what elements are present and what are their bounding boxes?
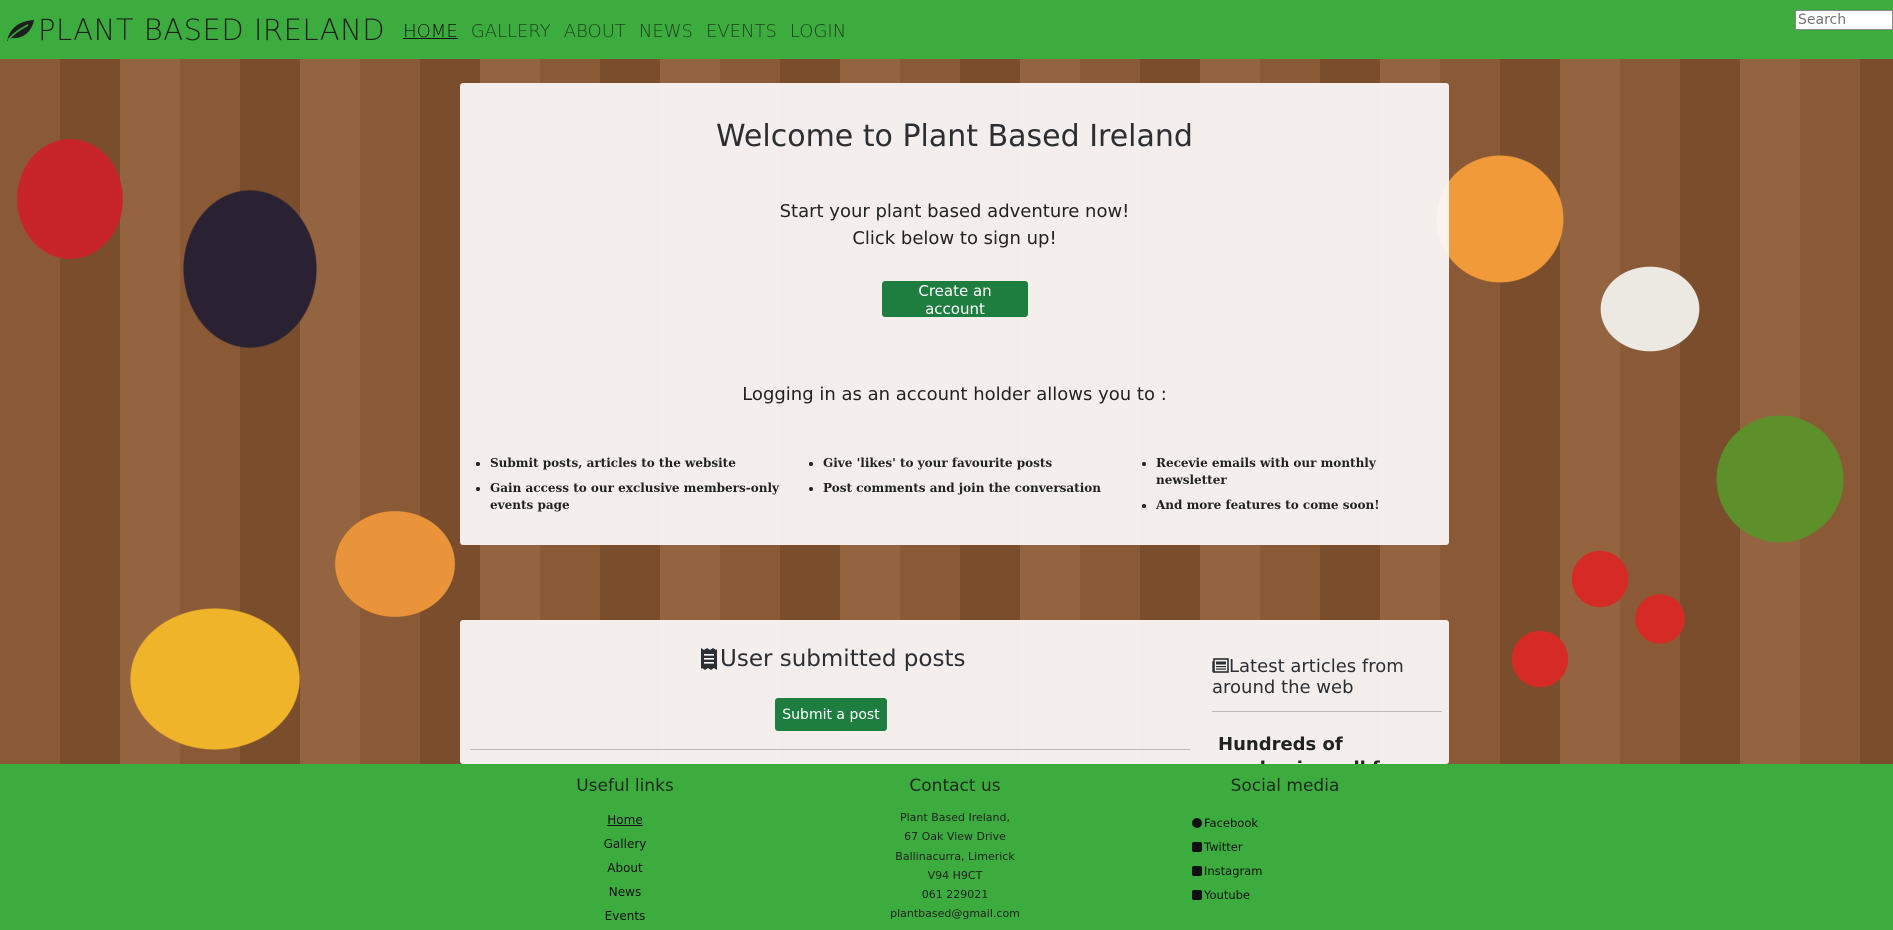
articles-title-text: Latest articles from around the web <box>1212 656 1404 698</box>
contact-line: Plant Based Ireland, <box>899 811 1011 824</box>
feature-item: Give 'likes' to your favourite posts <box>823 455 1116 472</box>
leaf-icon <box>7 19 34 41</box>
create-account-button[interactable]: Create an account <box>882 281 1028 318</box>
contact-heading: Contact us <box>909 776 1001 796</box>
footer-link-news[interactable]: News <box>540 880 710 904</box>
brand[interactable]: PLANT BASED IRELAND <box>4 13 385 47</box>
social-label: Instagram <box>1204 864 1263 878</box>
article-headline[interactable]: Hundreds of academics call for 100% plan… <box>1218 733 1443 764</box>
navbar: PLANT BASED IRELAND HOME GALLERY ABOUT N… <box>0 0 1893 59</box>
features-column-2: Give 'likes' to your favourite posts Pos… <box>783 455 1116 522</box>
welcome-tagline: Start your plant based adventure now! Cl… <box>460 198 1449 252</box>
submit-post-button[interactable]: Submit a post <box>775 698 887 731</box>
search-input[interactable] <box>1795 10 1893 30</box>
receipt-icon <box>701 648 717 670</box>
divider <box>470 749 1190 750</box>
feature-item: Recevie emails with our monthly newslett… <box>1156 455 1449 489</box>
nav-login[interactable]: LOGIN <box>790 21 846 42</box>
footer-link-about[interactable]: About <box>540 856 710 880</box>
feature-item: Submit posts, articles to the website <box>490 455 783 472</box>
social-heading: Social media <box>1230 776 1340 796</box>
footer-link-home[interactable]: Home <box>540 808 710 832</box>
nav-events[interactable]: EVENTS <box>706 21 777 42</box>
contact-line: V94 H9CT <box>927 868 983 882</box>
footer-useful-links: Useful links Home Gallery About News Eve… <box>540 776 710 928</box>
welcome-panel: Welcome to Plant Based Ireland Start you… <box>460 83 1449 545</box>
social-facebook[interactable]: Facebook <box>1192 811 1390 835</box>
feature-item: Gain access to our exclusive members-onl… <box>490 480 783 514</box>
contact-email[interactable]: plantbased@gmail.com <box>855 904 1055 923</box>
brand-name: PLANT BASED IRELAND <box>38 12 386 47</box>
features-column-1: Submit posts, articles to the website Ga… <box>460 455 783 522</box>
contact-line: Ballinacurra, Limerick <box>895 849 1015 863</box>
nav-news[interactable]: NEWS <box>639 21 693 42</box>
youtube-icon <box>1192 890 1202 900</box>
posts-panel: User submitted posts Submit a post Lates… <box>460 620 1449 764</box>
footer-contact: Contact us Plant Based Ireland, 67 Oak V… <box>855 776 1055 924</box>
twitter-icon <box>1192 842 1202 852</box>
social-youtube[interactable]: Youtube <box>1192 883 1390 907</box>
facebook-icon <box>1192 818 1202 828</box>
features-column-3: Recevie emails with our monthly newslett… <box>1116 455 1449 522</box>
instagram-icon <box>1192 866 1202 876</box>
posts-title: User submitted posts <box>700 646 965 672</box>
contact-line: 67 Oak View Drive <box>904 830 1006 844</box>
social-instagram[interactable]: Instagram <box>1192 859 1390 883</box>
social-label: Youtube <box>1204 888 1250 902</box>
footer-social: Social media Facebook Twitter Instagram … <box>1180 776 1390 907</box>
feature-item: And more features to come soon! <box>1156 497 1449 514</box>
social-label: Facebook <box>1204 816 1259 830</box>
nav-about[interactable]: ABOUT <box>564 21 626 42</box>
feature-item: Post comments and join the conversation <box>823 480 1116 497</box>
divider <box>1212 711 1442 712</box>
footer-link-gallery[interactable]: Gallery <box>540 832 710 856</box>
tagline-line-1: Start your plant based adventure now! <box>779 201 1130 222</box>
social-label: Twitter <box>1204 840 1243 854</box>
main-nav: HOME GALLERY ABOUT NEWS EVENTS LOGIN <box>403 21 859 42</box>
nav-gallery[interactable]: GALLERY <box>471 21 551 42</box>
tagline-line-2: Click below to sign up! <box>852 228 1057 249</box>
newspaper-icon <box>1212 658 1229 673</box>
welcome-title: Welcome to Plant Based Ireland <box>716 119 1193 154</box>
features-heading: Logging in as an account holder allows y… <box>742 384 1167 405</box>
features-list: Submit posts, articles to the website Ga… <box>460 455 1449 522</box>
social-twitter[interactable]: Twitter <box>1192 835 1390 859</box>
footer: Useful links Home Gallery About News Eve… <box>0 764 1893 930</box>
nav-home[interactable]: HOME <box>403 21 458 42</box>
footer-link-events[interactable]: Events <box>540 904 710 928</box>
contact-phone: 061 229021 <box>921 888 989 902</box>
useful-links-heading: Useful links <box>576 776 674 796</box>
articles-title: Latest articles from around the web <box>1212 656 1432 698</box>
posts-title-text: User submitted posts <box>720 646 966 672</box>
